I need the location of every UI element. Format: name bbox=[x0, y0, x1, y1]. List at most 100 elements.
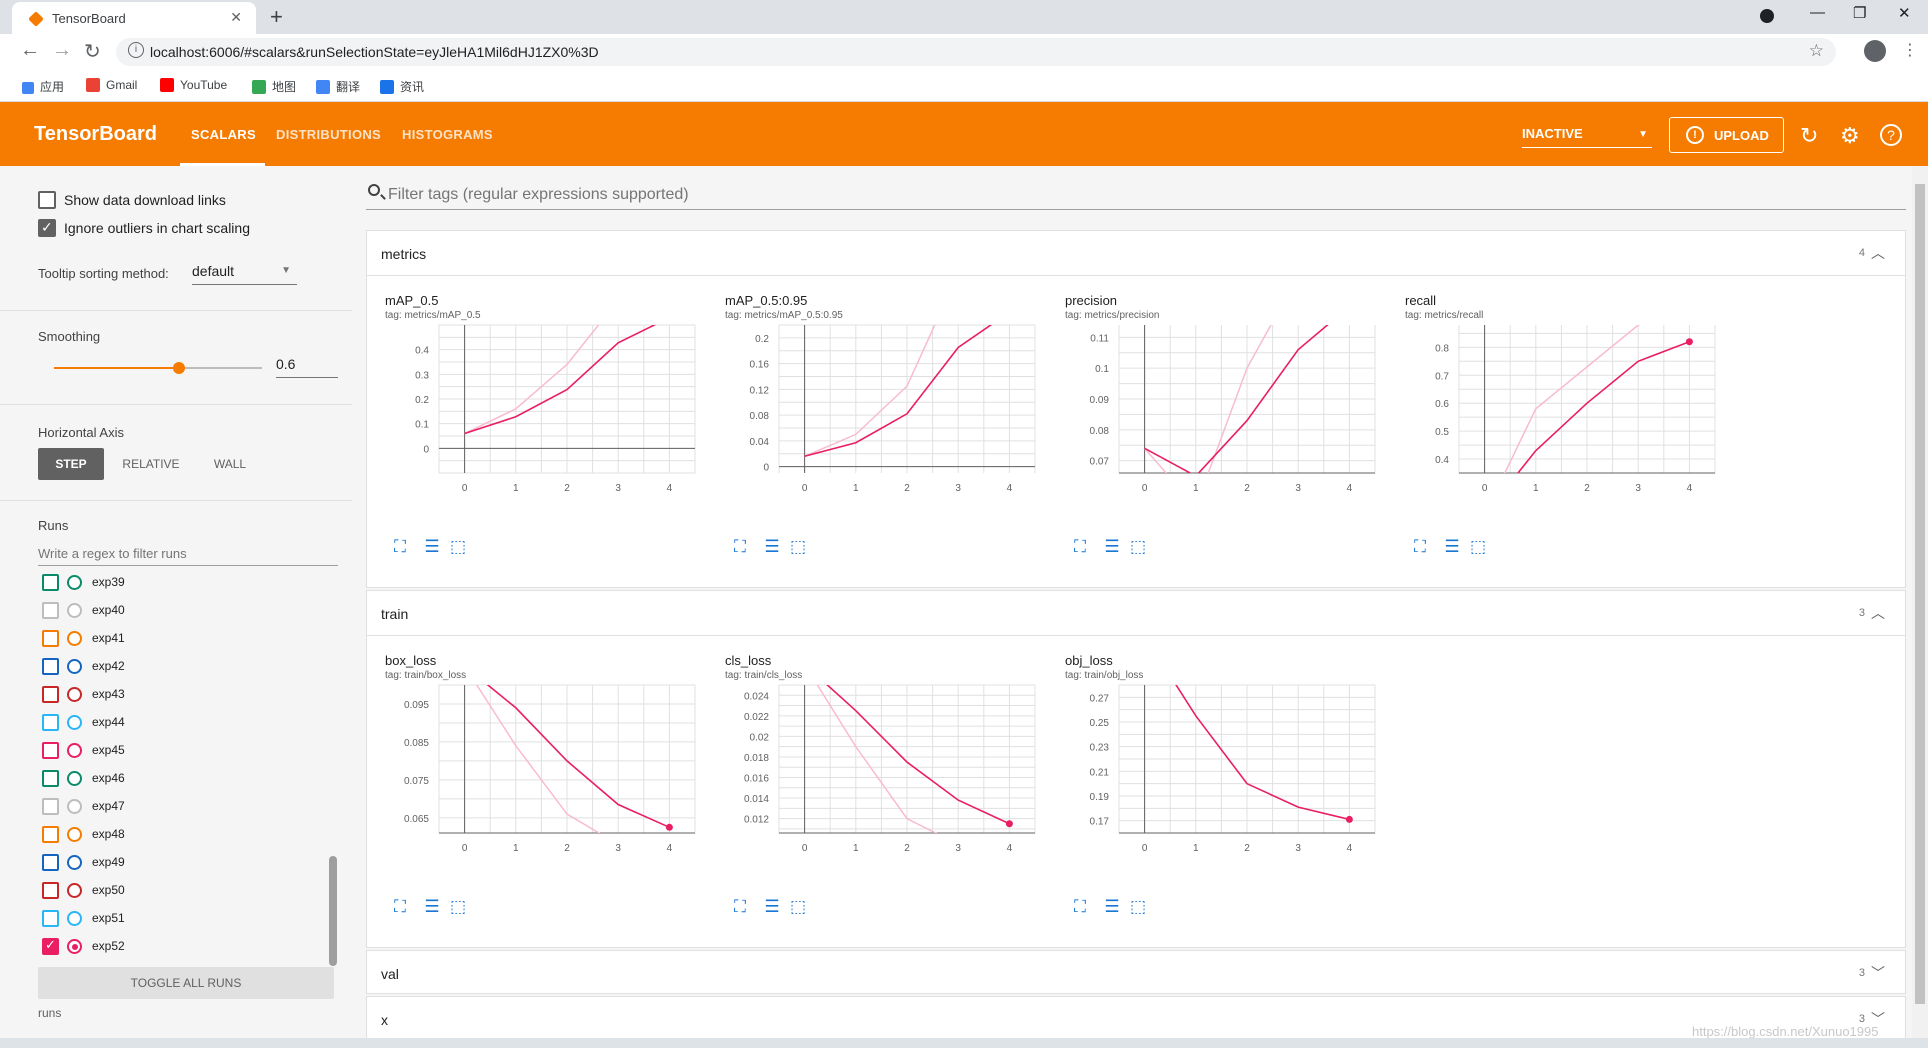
category-header[interactable]: train 3 ︿ bbox=[367, 591, 1905, 635]
forward-arrow-icon[interactable]: → bbox=[52, 39, 72, 62]
run-row[interactable]: exp50 bbox=[42, 879, 322, 901]
bookmark-translate[interactable]: 翻译 bbox=[316, 78, 360, 95]
toggle-log-scale-icon[interactable]: ☰ bbox=[421, 896, 443, 918]
axis-step-button[interactable]: STEP bbox=[38, 448, 104, 480]
run-row[interactable]: exp51 bbox=[42, 907, 322, 929]
back-arrow-icon[interactable]: ← bbox=[20, 39, 40, 62]
fit-domain-icon[interactable]: ⬚ bbox=[1127, 536, 1149, 558]
ignore-outliers-checkbox[interactable] bbox=[38, 219, 56, 237]
url-text[interactable]: localhost:6006/#scalars&runSelectionStat… bbox=[150, 44, 599, 60]
tag-filter-input[interactable]: Filter tags (regular expressions support… bbox=[366, 178, 1906, 210]
main-scrollbar[interactable] bbox=[1912, 166, 1928, 1038]
toggle-log-scale-icon[interactable]: ☰ bbox=[1101, 536, 1123, 558]
run-row[interactable]: exp48 bbox=[42, 823, 322, 845]
plugin-select-dropdown[interactable]: INACTIVE ▼ bbox=[1522, 126, 1652, 148]
category-header[interactable]: x 3 ﹀ bbox=[367, 997, 1905, 1038]
toggle-log-scale-icon[interactable]: ☰ bbox=[1441, 536, 1463, 558]
smoothing-slider-thumb[interactable] bbox=[172, 362, 185, 374]
run-radio[interactable] bbox=[67, 771, 82, 786]
line-chart[interactable]: 0 0.04 0.08 0.12 0.16 0.2 0 1 2 3 4 bbox=[717, 323, 1057, 503]
run-checkbox[interactable] bbox=[42, 742, 59, 759]
run-checkbox[interactable] bbox=[42, 686, 59, 703]
run-row[interactable]: exp45 bbox=[42, 739, 322, 761]
run-checkbox[interactable] bbox=[42, 910, 59, 927]
run-checkbox[interactable] bbox=[42, 602, 59, 619]
run-row[interactable]: exp49 bbox=[42, 851, 322, 873]
bookmark-news[interactable]: 资讯 bbox=[380, 78, 424, 95]
runs-filter-input[interactable]: Write a regex to filter runs bbox=[38, 542, 338, 566]
chevron-up-icon[interactable]: ︿ bbox=[1871, 243, 1885, 263]
maximize-icon[interactable]: ❐ bbox=[1853, 4, 1866, 22]
fit-domain-icon[interactable]: ⬚ bbox=[787, 896, 809, 918]
bookmark-star-icon[interactable]: ☆ bbox=[1809, 41, 1824, 61]
tab-distributions[interactable]: DISTRIBUTIONS bbox=[276, 127, 381, 142]
minimize-icon[interactable]: — bbox=[1810, 4, 1825, 21]
run-radio[interactable] bbox=[67, 911, 82, 926]
close-tab-icon[interactable]: ✕ bbox=[230, 9, 242, 26]
axis-relative-button[interactable]: RELATIVE bbox=[112, 448, 190, 480]
fullscreen-icon[interactable]: ⛶ bbox=[1069, 536, 1091, 558]
tooltip-sorting-select[interactable]: default ▼ bbox=[192, 263, 297, 285]
fullscreen-icon[interactable]: ⛶ bbox=[389, 896, 411, 918]
run-radio[interactable] bbox=[67, 659, 82, 674]
run-radio[interactable] bbox=[67, 603, 82, 618]
run-checkbox[interactable] bbox=[42, 574, 59, 591]
close-window-icon[interactable]: ✕ bbox=[1898, 4, 1911, 22]
run-checkbox[interactable] bbox=[42, 826, 59, 843]
axis-wall-button[interactable]: WALL bbox=[200, 448, 260, 480]
run-checkbox[interactable] bbox=[42, 882, 59, 899]
run-radio[interactable] bbox=[67, 715, 82, 730]
bookmark-gmail[interactable]: Gmail bbox=[86, 78, 137, 92]
chevron-up-icon[interactable]: ︿ bbox=[1871, 603, 1885, 623]
run-radio[interactable] bbox=[67, 799, 82, 814]
fit-domain-icon[interactable]: ⬚ bbox=[1127, 896, 1149, 918]
main-scrollbar-thumb[interactable] bbox=[1915, 184, 1925, 1004]
run-row[interactable]: exp41 bbox=[42, 627, 322, 649]
run-row[interactable]: exp47 bbox=[42, 795, 322, 817]
reload-icon[interactable]: ↻ bbox=[84, 39, 101, 64]
toggle-log-scale-icon[interactable]: ☰ bbox=[761, 896, 783, 918]
help-icon[interactable]: ? bbox=[1880, 124, 1902, 146]
run-checkbox[interactable] bbox=[42, 937, 59, 955]
more-menu-icon[interactable]: ⋮ bbox=[1902, 40, 1918, 60]
bookmark-maps[interactable]: 地图 bbox=[252, 78, 296, 95]
fit-domain-icon[interactable]: ⬚ bbox=[447, 536, 469, 558]
toggle-all-runs-button[interactable]: TOGGLE ALL RUNS bbox=[38, 967, 334, 999]
run-row[interactable]: exp44 bbox=[42, 711, 322, 733]
run-radio[interactable] bbox=[67, 575, 82, 590]
run-radio[interactable] bbox=[67, 883, 82, 898]
run-row[interactable]: exp39 bbox=[42, 571, 322, 593]
run-checkbox[interactable] bbox=[42, 770, 59, 787]
new-tab-button[interactable]: + bbox=[270, 4, 283, 30]
tab-scalars[interactable]: SCALARS bbox=[191, 127, 256, 142]
settings-gear-icon[interactable]: ⚙ bbox=[1840, 123, 1860, 149]
run-checkbox[interactable] bbox=[42, 658, 59, 675]
address-bar[interactable]: i localhost:6006/#scalars&runSelectionSt… bbox=[116, 38, 1836, 66]
run-radio[interactable] bbox=[67, 827, 82, 842]
run-radio[interactable] bbox=[67, 939, 82, 954]
run-row[interactable]: exp40 bbox=[42, 599, 322, 621]
run-row[interactable]: exp43 bbox=[42, 683, 322, 705]
smoothing-value-input[interactable]: 0.6 bbox=[276, 356, 338, 378]
show-download-links-checkbox[interactable] bbox=[38, 191, 56, 209]
fit-domain-icon[interactable]: ⬚ bbox=[447, 896, 469, 918]
line-chart[interactable]: 0.4 0.5 0.6 0.7 0.8 0 1 2 3 4 bbox=[1397, 323, 1737, 503]
fullscreen-icon[interactable]: ⛶ bbox=[389, 536, 411, 558]
browser-tab[interactable]: TensorBoard ✕ bbox=[12, 2, 256, 34]
bookmark-youtube[interactable]: YouTube bbox=[160, 78, 227, 92]
run-radio[interactable] bbox=[67, 631, 82, 646]
tab-histograms[interactable]: HISTOGRAMS bbox=[402, 127, 493, 142]
toggle-log-scale-icon[interactable]: ☰ bbox=[761, 536, 783, 558]
fit-domain-icon[interactable]: ⬚ bbox=[787, 536, 809, 558]
run-checkbox[interactable] bbox=[42, 854, 59, 871]
avatar[interactable] bbox=[1864, 40, 1886, 62]
line-chart[interactable]: 0.012 0.014 0.016 0.018 0.02 0.022 0.024 0 1 2 3 4 bbox=[717, 683, 1057, 863]
run-row[interactable]: exp46 bbox=[42, 767, 322, 789]
run-radio[interactable] bbox=[67, 743, 82, 758]
run-row[interactable]: exp52 bbox=[42, 935, 322, 957]
line-chart[interactable]: 0.065 0.075 0.085 0.095 0 1 2 3 4 bbox=[377, 683, 717, 863]
fullscreen-icon[interactable]: ⛶ bbox=[729, 896, 751, 918]
run-checkbox[interactable] bbox=[42, 798, 59, 815]
run-list-scrollbar[interactable] bbox=[329, 856, 337, 966]
refresh-icon[interactable]: ↻ bbox=[1800, 123, 1818, 149]
